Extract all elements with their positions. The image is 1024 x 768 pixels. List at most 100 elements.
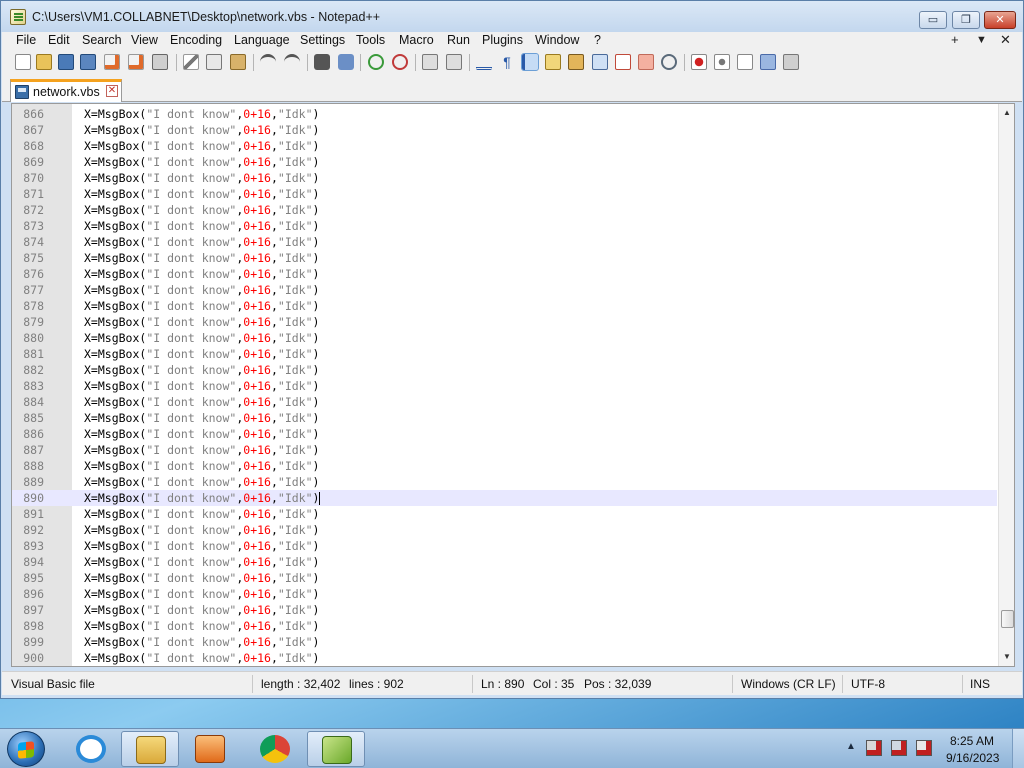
close-all-icon[interactable] — [128, 54, 144, 70]
code-line[interactable]: 875 X=MsgBox("I dont know",0+16,"Idk") — [12, 250, 997, 266]
scroll-up-icon[interactable]: ▲ — [1003, 108, 1011, 117]
code-line[interactable]: 874 X=MsgBox("I dont know",0+16,"Idk") — [12, 234, 997, 250]
code-line[interactable]: 894 X=MsgBox("I dont know",0+16,"Idk") — [12, 554, 997, 570]
tab-close-icon[interactable]: ✕ — [106, 85, 118, 97]
code-line[interactable]: 869 X=MsgBox("I dont know",0+16,"Idk") — [12, 154, 997, 170]
menu-help[interactable]: ? — [594, 33, 601, 47]
code-line[interactable]: 881 X=MsgBox("I dont know",0+16,"Idk") — [12, 346, 997, 362]
function-list-icon[interactable] — [592, 54, 608, 70]
stop-macro-icon[interactable] — [714, 54, 730, 70]
close-window-button[interactable]: ✕ — [984, 11, 1016, 29]
code-line[interactable]: 896 X=MsgBox("I dont know",0+16,"Idk") — [12, 586, 997, 602]
code-line[interactable]: 879 X=MsgBox("I dont know",0+16,"Idk") — [12, 314, 997, 330]
status-encoding[interactable]: UTF-8 — [851, 677, 885, 691]
cut-icon[interactable] — [183, 54, 199, 70]
code-line[interactable]: 884 X=MsgBox("I dont know",0+16,"Idk") — [12, 394, 997, 410]
clock-date[interactable]: 9/16/2023 — [946, 751, 999, 765]
doc-switcher-icon[interactable] — [638, 54, 654, 70]
code-line[interactable]: 870 X=MsgBox("I dont know",0+16,"Idk") — [12, 170, 997, 186]
code-line[interactable]: 895 X=MsgBox("I dont know",0+16,"Idk") — [12, 570, 997, 586]
menu-window[interactable]: Window — [535, 33, 579, 47]
taskbar-media-player[interactable] — [181, 731, 239, 767]
code-line[interactable]: 877 X=MsgBox("I dont know",0+16,"Idk") — [12, 282, 997, 298]
udl-icon[interactable] — [545, 54, 561, 70]
code-line[interactable]: 882 X=MsgBox("I dont know",0+16,"Idk") — [12, 362, 997, 378]
scroll-thumb[interactable] — [1001, 610, 1014, 628]
menu-settings[interactable]: Settings — [300, 33, 345, 47]
menu-encoding[interactable]: Encoding — [170, 33, 222, 47]
menu-tools[interactable]: Tools — [356, 33, 385, 47]
code-line[interactable]: 888 X=MsgBox("I dont know",0+16,"Idk") — [12, 458, 997, 474]
scroll-down-icon[interactable]: ▼ — [1003, 652, 1011, 661]
code-line[interactable]: 876 X=MsgBox("I dont know",0+16,"Idk") — [12, 266, 997, 282]
save-icon[interactable] — [58, 54, 74, 70]
code-line[interactable]: 899 X=MsgBox("I dont know",0+16,"Idk") — [12, 634, 997, 650]
redo-icon[interactable] — [284, 54, 300, 70]
code-line[interactable]: 900 X=MsgBox("I dont know",0+16,"Idk") — [12, 650, 997, 666]
menu-search[interactable]: Search — [82, 33, 122, 47]
code-line[interactable]: 871 X=MsgBox("I dont know",0+16,"Idk") — [12, 186, 997, 202]
menu-plugins[interactable]: Plugins — [482, 33, 523, 47]
start-button[interactable] — [7, 731, 45, 767]
taskbar-file-explorer[interactable] — [121, 731, 179, 767]
network-disconnected-icon[interactable] — [891, 740, 907, 756]
notepadpp-app-icon[interactable] — [10, 9, 26, 25]
menu-view[interactable]: View — [131, 33, 158, 47]
save-macro-icon[interactable] — [783, 54, 799, 70]
status-insert-mode[interactable]: INS — [970, 677, 990, 691]
code-line[interactable]: 892 X=MsgBox("I dont know",0+16,"Idk") — [12, 522, 997, 538]
monitoring-icon[interactable] — [661, 54, 677, 70]
taskbar-internet-explorer[interactable] — [62, 731, 120, 767]
new-tab-plus-icon[interactable]: + — [951, 32, 959, 47]
code-line[interactable]: 872 X=MsgBox("I dont know",0+16,"Idk") — [12, 202, 997, 218]
taskbar-chrome[interactable] — [246, 731, 304, 767]
sync-horizontal-icon[interactable] — [446, 54, 462, 70]
replace-icon[interactable] — [338, 54, 354, 70]
menu-run[interactable]: Run — [447, 33, 470, 47]
status-eol[interactable]: Windows (CR LF) — [741, 677, 836, 691]
folder-workspace-icon[interactable] — [615, 54, 631, 70]
show-all-chars-icon[interactable]: ¶ — [499, 54, 515, 70]
word-wrap-icon[interactable] — [476, 54, 492, 70]
code-line[interactable]: 885 X=MsgBox("I dont know",0+16,"Idk") — [12, 410, 997, 426]
menu-macro[interactable]: Macro — [399, 33, 434, 47]
code-line[interactable]: 878 X=MsgBox("I dont know",0+16,"Idk") — [12, 298, 997, 314]
title-bar[interactable]: C:\Users\VM1.COLLABNET\Desktop\network.v… — [1, 1, 1023, 32]
code-line[interactable]: 898 X=MsgBox("I dont know",0+16,"Idk") — [12, 618, 997, 634]
indent-guide-icon[interactable] — [521, 53, 539, 71]
code-line[interactable]: 897 X=MsgBox("I dont know",0+16,"Idk") — [12, 602, 997, 618]
close-doc-icon[interactable]: ✕ — [1000, 32, 1011, 48]
action-center-flag-icon[interactable] — [866, 740, 882, 756]
record-macro-icon[interactable] — [691, 54, 707, 70]
open-file-icon[interactable] — [36, 54, 52, 70]
code-line[interactable]: 867 X=MsgBox("I dont know",0+16,"Idk") — [12, 122, 997, 138]
taskbar-notepadpp[interactable] — [307, 731, 365, 767]
print-icon[interactable] — [152, 54, 168, 70]
code-line[interactable]: 886 X=MsgBox("I dont know",0+16,"Idk") — [12, 426, 997, 442]
save-all-icon[interactable] — [80, 54, 96, 70]
code-line[interactable]: 866 X=MsgBox("I dont know",0+16,"Idk") — [12, 106, 997, 122]
code-line[interactable]: 891 X=MsgBox("I dont know",0+16,"Idk") — [12, 506, 997, 522]
code-line[interactable]: 880 X=MsgBox("I dont know",0+16,"Idk") — [12, 330, 997, 346]
find-icon[interactable] — [314, 54, 330, 70]
play-macro-icon[interactable] — [737, 54, 753, 70]
menu-file[interactable]: File — [16, 33, 36, 47]
run-macro-multiple-icon[interactable] — [760, 54, 776, 70]
code-line[interactable]: 887 X=MsgBox("I dont know",0+16,"Idk") — [12, 442, 997, 458]
undo-icon[interactable] — [260, 54, 276, 70]
code-line[interactable]: 890 X=MsgBox("I dont know",0+16,"Idk") — [12, 490, 997, 506]
doc-map-icon[interactable] — [568, 54, 584, 70]
code-line[interactable]: 883 X=MsgBox("I dont know",0+16,"Idk") — [12, 378, 997, 394]
new-file-icon[interactable] — [15, 54, 31, 70]
tab-network-vbs[interactable]: network.vbs ✕ — [10, 79, 122, 102]
volume-muted-icon[interactable] — [916, 740, 932, 756]
code-line[interactable]: 889 X=MsgBox("I dont know",0+16,"Idk") — [12, 474, 997, 490]
show-hidden-icons-icon[interactable]: ▲ — [846, 741, 856, 752]
code-line[interactable]: 893 X=MsgBox("I dont know",0+16,"Idk") — [12, 538, 997, 554]
code-line[interactable]: 873 X=MsgBox("I dont know",0+16,"Idk") — [12, 218, 997, 234]
maximize-button[interactable]: ❐ — [952, 11, 980, 29]
menu-language[interactable]: Language — [234, 33, 290, 47]
show-desktop-button[interactable] — [1012, 729, 1024, 768]
minimize-button[interactable]: ▭ — [919, 11, 947, 29]
sync-vertical-icon[interactable] — [422, 54, 438, 70]
